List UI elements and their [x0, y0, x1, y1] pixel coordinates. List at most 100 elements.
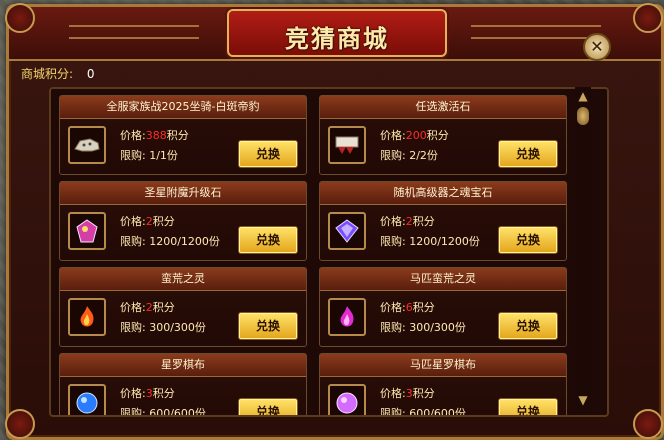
price-label: 价格: [120, 215, 146, 228]
item-name: 蛮荒之灵 [60, 268, 306, 291]
price-value: 388 [145, 129, 167, 142]
title-ornament-right [471, 25, 601, 39]
limit-label: 限购: [120, 149, 146, 162]
price-label: 价格: [380, 387, 406, 400]
scroll-down-icon[interactable]: ▼ [576, 393, 590, 407]
window-title: 竞猜商城 [285, 25, 389, 53]
exchange-button[interactable]: 兑换 [238, 140, 298, 168]
enchant-stone-icon[interactable] [68, 212, 106, 250]
soul-gem-icon[interactable] [328, 212, 366, 250]
limit-line: 限购: 2/2份 [380, 147, 438, 163]
price-label: 价格: [120, 129, 146, 142]
exchange-button[interactable]: 兑换 [238, 226, 298, 254]
close-icon: ✕ [590, 37, 604, 56]
limit-value: 1200/1200份 [149, 235, 220, 248]
price-label: 价格: [120, 301, 146, 314]
exchange-button[interactable]: 兑换 [238, 312, 298, 340]
price-label: 价格: [380, 129, 406, 142]
limit-line: 限购: 1200/1200份 [120, 233, 220, 249]
price-line: 价格:2积分 [120, 299, 175, 315]
corner-ornament-icon [5, 3, 35, 33]
price-value: 200 [405, 129, 427, 142]
item-card: 蛮荒之灵 价格:2积分 限购: 300/300份 兑换 [59, 267, 307, 347]
item-list: 全服家族战2025坐骑-白斑帝豹 价格:388积分 限购: 1/1份 兑换 任选… [49, 87, 609, 417]
item-name: 马匹蛮荒之灵 [320, 268, 566, 291]
price-line: 价格:200积分 [380, 127, 449, 143]
limit-label: 限购: [380, 149, 406, 162]
corner-ornament-icon [633, 3, 663, 33]
price-unit: 积分 [412, 215, 435, 228]
limit-line: 限购: 300/300份 [380, 319, 466, 335]
item-name: 星罗棋布 [60, 354, 306, 377]
price-line: 价格:3积分 [120, 385, 175, 401]
points-row: 商城积分: 0 [21, 65, 95, 83]
item-card: 马匹蛮荒之灵 价格:6积分 限购: 300/300份 兑换 [319, 267, 567, 347]
price-unit: 积分 [412, 301, 435, 314]
scroll-thumb[interactable] [577, 107, 589, 125]
item-name: 任选激活石 [320, 96, 566, 119]
item-name: 随机高级器之魂宝石 [320, 182, 566, 205]
limit-line: 限购: 1200/1200份 [380, 233, 480, 249]
limit-value: 300/300份 [149, 321, 206, 334]
price-value: 3 [145, 387, 153, 400]
item-card: 星罗棋布 价格:3积分 限购: 600/600份 兑换 [59, 353, 307, 417]
price-value: 3 [405, 387, 413, 400]
fire-spirit-icon[interactable] [68, 298, 106, 336]
corner-ornament-icon [633, 409, 663, 439]
limit-label: 限购: [120, 407, 146, 417]
points-label: 商城积分: [21, 67, 74, 81]
exchange-button[interactable]: 兑换 [498, 398, 558, 415]
horse-spirit-icon[interactable] [328, 298, 366, 336]
limit-line: 限购: 600/600份 [380, 405, 466, 417]
limit-value: 1200/1200份 [409, 235, 480, 248]
title-ornament-left [69, 25, 199, 39]
scroll-up-icon[interactable]: ▲ [576, 89, 590, 103]
price-line: 价格:3积分 [380, 385, 435, 401]
title-plate: 竞猜商城 [227, 9, 447, 57]
pink-orb-icon[interactable] [328, 384, 366, 415]
item-card: 马匹星罗棋布 价格:3积分 限购: 600/600份 兑换 [319, 353, 567, 417]
corner-ornament-icon [5, 409, 35, 439]
price-unit: 积分 [152, 215, 175, 228]
shop-window: 竞猜商城 ✕ 商城积分: 0 全服家族战2025坐骑-白斑帝豹 价格:388积分… [5, 3, 664, 440]
price-line: 价格:2积分 [120, 213, 175, 229]
price-value: 6 [405, 301, 413, 314]
price-unit: 积分 [412, 387, 435, 400]
price-value: 2 [405, 215, 413, 228]
leopard-mount-icon[interactable] [68, 126, 106, 164]
exchange-button[interactable]: 兑换 [498, 312, 558, 340]
scrollbar[interactable]: ▲ ▼ [575, 87, 591, 413]
price-line: 价格:2积分 [380, 213, 435, 229]
price-unit: 积分 [152, 301, 175, 314]
exchange-button[interactable]: 兑换 [498, 140, 558, 168]
title-bar: 竞猜商城 ✕ [9, 7, 661, 61]
limit-label: 限购: [380, 235, 406, 248]
limit-label: 限购: [120, 235, 146, 248]
item-card: 随机高级器之魂宝石 价格:2积分 限购: 1200/1200份 兑换 [319, 181, 567, 261]
price-unit: 积分 [426, 129, 449, 142]
close-button[interactable]: ✕ [583, 33, 611, 61]
limit-value: 2/2份 [409, 149, 438, 162]
price-label: 价格: [380, 301, 406, 314]
blue-orb-icon[interactable] [68, 384, 106, 415]
limit-label: 限购: [380, 321, 406, 334]
limit-value: 1/1份 [149, 149, 178, 162]
points-value: 0 [86, 67, 95, 81]
exchange-button[interactable]: 兑换 [238, 398, 298, 415]
price-unit: 积分 [166, 129, 189, 142]
activation-stone-icon[interactable] [328, 126, 366, 164]
price-label: 价格: [120, 387, 146, 400]
exchange-button[interactable]: 兑换 [498, 226, 558, 254]
price-unit: 积分 [152, 387, 175, 400]
item-name: 马匹星罗棋布 [320, 354, 566, 377]
limit-label: 限购: [380, 407, 406, 417]
price-label: 价格: [380, 215, 406, 228]
limit-value: 300/300份 [409, 321, 466, 334]
item-card: 任选激活石 价格:200积分 限购: 2/2份 兑换 [319, 95, 567, 175]
limit-line: 限购: 300/300份 [120, 319, 206, 335]
item-name: 全服家族战2025坐骑-白斑帝豹 [60, 96, 306, 119]
limit-value: 600/600份 [409, 407, 466, 417]
price-value: 2 [145, 301, 153, 314]
price-value: 2 [145, 215, 153, 228]
price-line: 价格:388积分 [120, 127, 189, 143]
